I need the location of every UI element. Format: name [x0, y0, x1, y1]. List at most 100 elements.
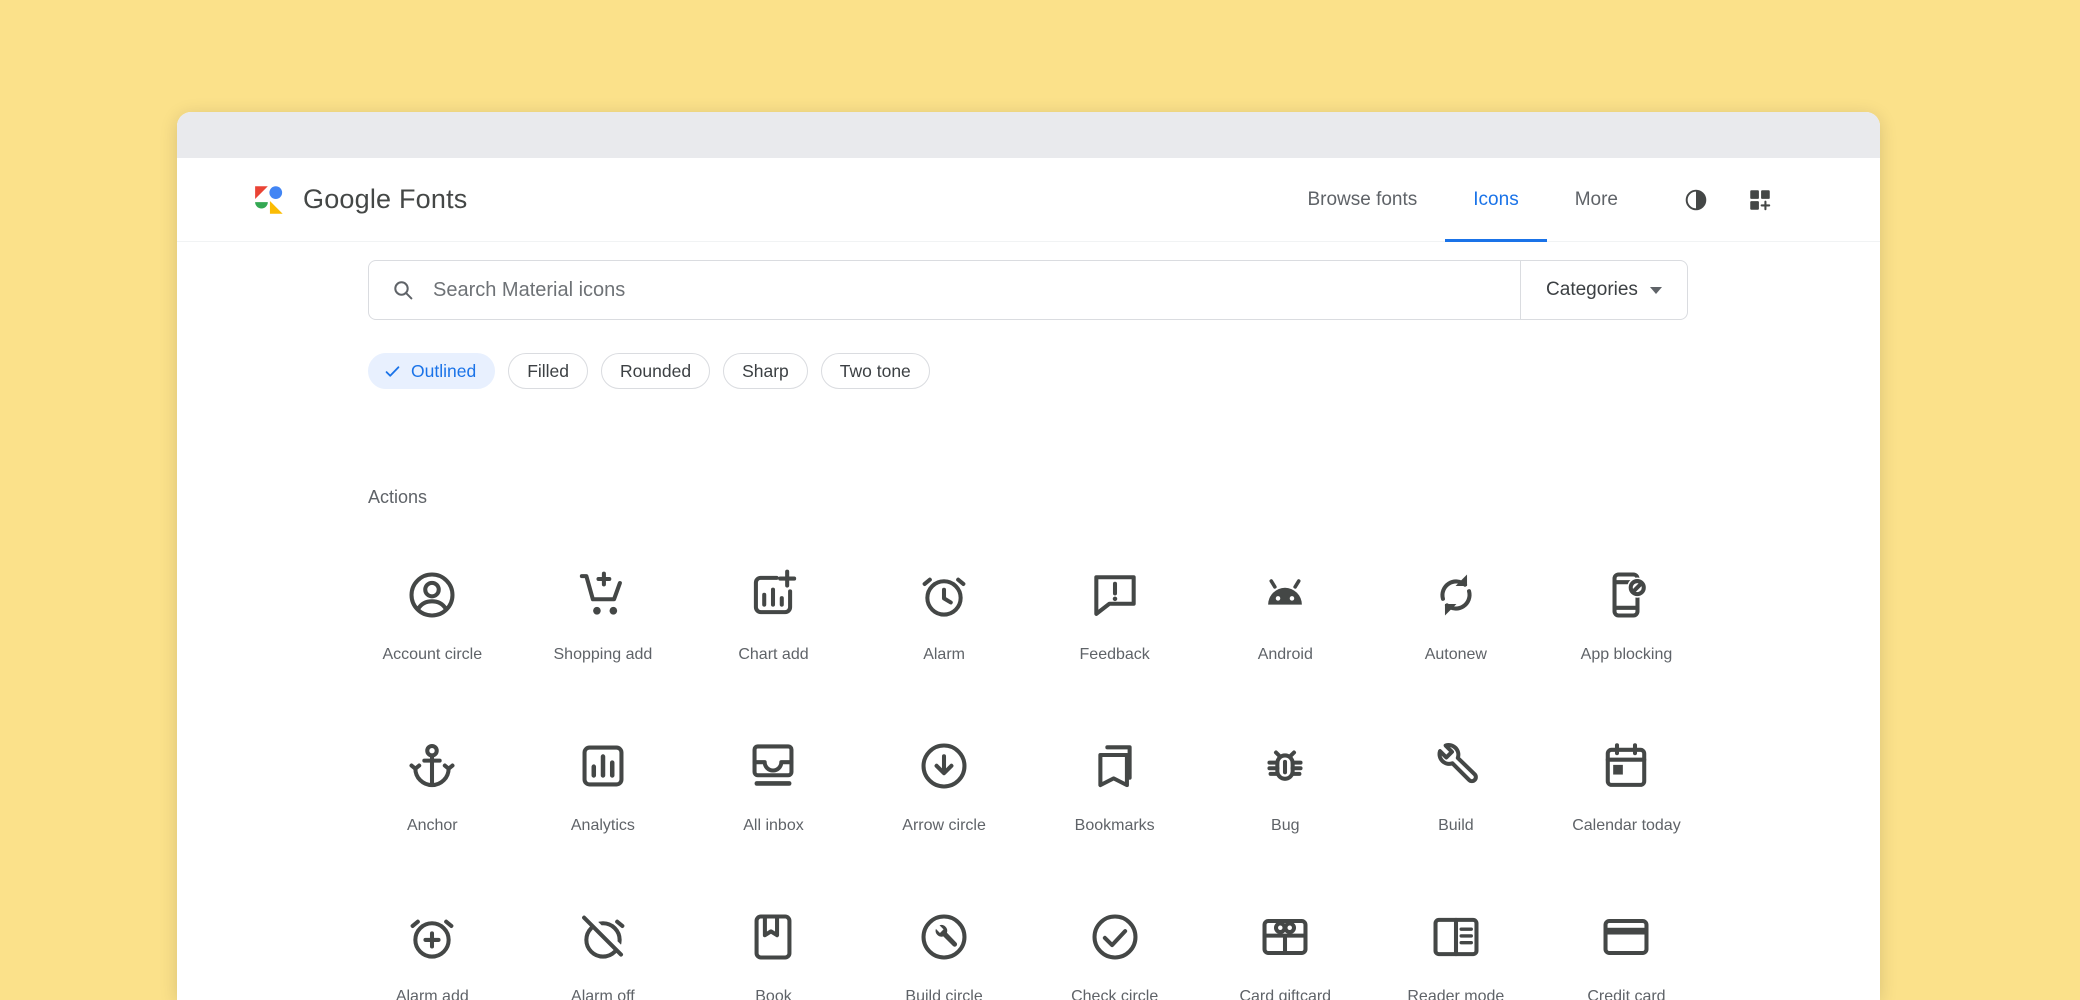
icon-grid: Account circle Shopping add Chart add Alarm… [347, 568, 1880, 1000]
icon-cell-check-circle[interactable]: Check circle [1029, 910, 1200, 1000]
icon-label: Card giftcard [1239, 988, 1331, 1000]
icon-label: Android [1258, 646, 1313, 664]
icon-label: Build circle [905, 988, 982, 1000]
nav-tab-browse-fonts[interactable]: Browse fonts [1279, 158, 1445, 241]
credit-card-icon [1599, 910, 1653, 964]
icon-label: Alarm [923, 646, 965, 664]
filter-chip-sharp[interactable]: Sharp [723, 353, 808, 389]
icon-cell-build[interactable]: Build [1371, 739, 1542, 910]
icon-label: Alarm add [396, 988, 469, 1000]
search-icon [369, 278, 433, 302]
google-fonts-home-link[interactable]: Google Fonts [253, 158, 468, 241]
icon-label: Autonew [1425, 646, 1487, 664]
icon-cell-arrow-circle-down[interactable]: Arrow circle [859, 739, 1030, 910]
filter-chip-two-tone[interactable]: Two tone [821, 353, 930, 389]
icon-cell-bug[interactable]: Bug [1200, 739, 1371, 910]
icon-label: Chart add [738, 646, 808, 664]
arrow-circle-down-icon [917, 739, 971, 793]
icon-label: Credit card [1587, 988, 1665, 1000]
check-circle-icon [1088, 910, 1142, 964]
reader-mode-icon [1429, 910, 1483, 964]
account-circle-icon [405, 568, 459, 622]
nav-tab-more[interactable]: More [1547, 158, 1646, 241]
icon-cell-alarm[interactable]: Alarm [859, 568, 1030, 739]
section-title: Actions [368, 487, 1880, 508]
icon-cell-bookmarks[interactable]: Bookmarks [1029, 739, 1200, 910]
page-content: Categories Outlined Filled Rounded Sharp Two… [177, 260, 1880, 1000]
icon-cell-shopping-add[interactable]: Shopping add [518, 568, 689, 739]
filter-chip-outlined[interactable]: Outlined [368, 353, 495, 389]
chart-add-icon [746, 568, 800, 622]
categories-dropdown[interactable]: Categories [1521, 261, 1687, 319]
contrast-icon [1683, 187, 1709, 213]
chip-label: Two tone [840, 361, 911, 382]
autorenew-icon [1429, 568, 1483, 622]
icon-cell-book[interactable]: Book [688, 910, 859, 1000]
page-background: { "header": { "brand": "Google Fonts", "… [0, 0, 2080, 1000]
shopping-add-icon [576, 568, 630, 622]
icon-cell-anchor[interactable]: Anchor [347, 739, 518, 910]
icon-label: All inbox [743, 817, 803, 835]
icon-label: Account circle [383, 646, 483, 664]
chip-label: Sharp [742, 361, 789, 382]
header-actions [1672, 158, 1784, 241]
google-fonts-logo-icon [253, 184, 289, 216]
site-header: Google Fonts Browse fontsIconsMore [177, 158, 1880, 242]
chip-label: Outlined [411, 361, 476, 382]
icon-cell-all-inbox[interactable]: All inbox [688, 739, 859, 910]
icon-cell-alarm-add[interactable]: Alarm add [347, 910, 518, 1000]
icon-label: Calendar today [1572, 817, 1681, 835]
build-icon [1429, 739, 1483, 793]
style-filter-chips: Outlined Filled Rounded Sharp Two tone [368, 353, 1880, 389]
search-bar: Categories [368, 260, 1688, 320]
icon-cell-app-blocking[interactable]: App blocking [1541, 568, 1712, 739]
icon-cell-autorenew[interactable]: Autonew [1371, 568, 1542, 739]
nav-tab-icons[interactable]: Icons [1445, 158, 1546, 241]
icon-label: Check circle [1071, 988, 1158, 1000]
alarm-add-icon [405, 910, 459, 964]
icon-cell-card-giftcard[interactable]: Card giftcard [1200, 910, 1371, 1000]
icon-cell-account-circle[interactable]: Account circle [347, 568, 518, 739]
icon-label: Bookmarks [1075, 817, 1155, 835]
chip-label: Rounded [620, 361, 691, 382]
book-icon [746, 910, 800, 964]
filter-chip-filled[interactable]: Filled [508, 353, 588, 389]
analytics-icon [576, 739, 630, 793]
icon-cell-chart-add[interactable]: Chart add [688, 568, 859, 739]
dark-theme-toggle-button[interactable] [1672, 176, 1720, 224]
all-inbox-icon [746, 739, 800, 793]
alarm-off-icon [576, 910, 630, 964]
icon-label: Anchor [407, 817, 458, 835]
search-input[interactable] [433, 261, 1520, 319]
app-blocking-icon [1599, 568, 1653, 622]
alarm-icon [917, 568, 971, 622]
anchor-icon [405, 739, 459, 793]
categories-label: Categories [1546, 279, 1638, 301]
android-icon [1258, 568, 1312, 622]
bug-icon [1258, 739, 1312, 793]
calendar-today-icon [1599, 739, 1653, 793]
icon-label: Bug [1271, 817, 1299, 835]
icon-cell-reader-mode[interactable]: Reader mode [1371, 910, 1542, 1000]
main-nav: Browse fontsIconsMore [1279, 158, 1646, 241]
dashboard-customize-icon [1747, 187, 1773, 213]
icon-label: Build [1438, 817, 1474, 835]
icon-cell-feedback[interactable]: Feedback [1029, 568, 1200, 739]
icon-label: Analytics [571, 817, 635, 835]
customize-view-button[interactable] [1736, 176, 1784, 224]
icon-cell-android[interactable]: Android [1200, 568, 1371, 739]
icon-cell-alarm-off[interactable]: Alarm off [518, 910, 689, 1000]
icon-label: Reader mode [1407, 988, 1504, 1000]
icon-label: Shopping add [554, 646, 653, 664]
feedback-icon [1088, 568, 1142, 622]
icon-label: App blocking [1581, 646, 1673, 664]
icon-label: Arrow circle [902, 817, 986, 835]
bookmarks-icon [1088, 739, 1142, 793]
chevron-down-icon [1650, 287, 1662, 294]
icon-label: Feedback [1080, 646, 1150, 664]
icon-cell-credit-card[interactable]: Credit card [1541, 910, 1712, 1000]
icon-cell-build-circle[interactable]: Build circle [859, 910, 1030, 1000]
filter-chip-rounded[interactable]: Rounded [601, 353, 710, 389]
icon-cell-analytics[interactable]: Analytics [518, 739, 689, 910]
icon-cell-calendar-today[interactable]: Calendar today [1541, 739, 1712, 910]
